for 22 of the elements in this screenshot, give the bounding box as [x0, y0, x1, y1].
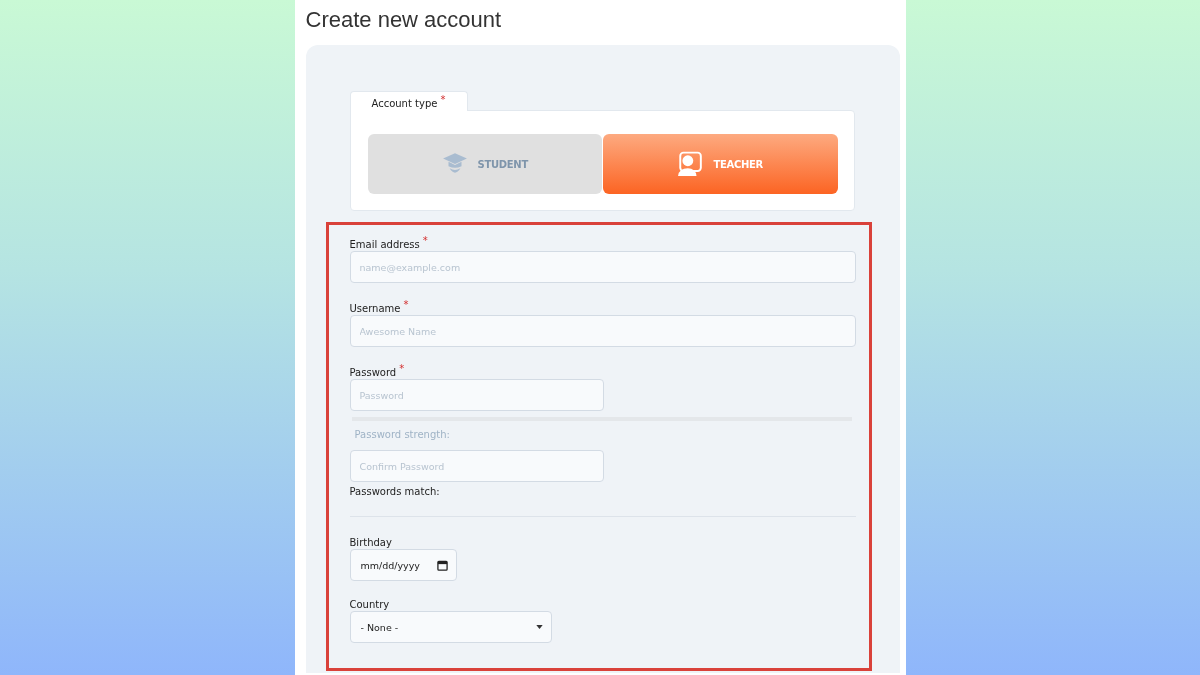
page-title: Create new account [305, 7, 503, 33]
strength-label: Password strength: [354, 429, 451, 440]
field-label: Password [349, 367, 397, 378]
confirm-password-field[interactable]: Confirm Password [349, 450, 604, 482]
caret-icon [535, 625, 543, 629]
password-field[interactable]: Password [349, 379, 604, 411]
match-label: Passwords match: [349, 486, 441, 499]
country-dropdown[interactable]: - None - [349, 611, 552, 643]
field-label: Country [349, 599, 390, 610]
text-field[interactable]: name@example.com [349, 251, 856, 283]
person-board-icon [677, 151, 704, 177]
text-field[interactable]: Awesome Name [349, 315, 856, 347]
field-label: Username [349, 303, 401, 314]
required-mark: * [422, 235, 428, 246]
field-label: Email address [349, 239, 420, 250]
date-field[interactable]: mm/dd/yyyy [349, 549, 457, 581]
required-mark: * [440, 94, 446, 105]
calendar-icon[interactable] [436, 559, 448, 571]
required-mark: * [399, 363, 405, 374]
field-label: Account type [371, 98, 438, 109]
field-label: Birthday [349, 537, 392, 548]
required-mark: * [403, 299, 409, 310]
